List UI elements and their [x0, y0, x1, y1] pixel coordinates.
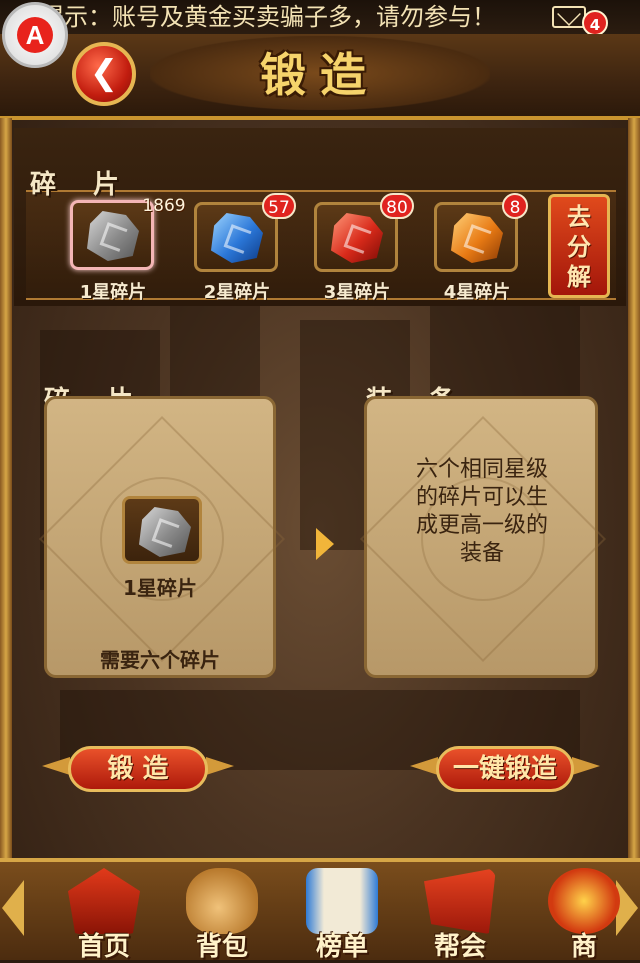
shard-3-count: 80 [380, 193, 414, 219]
nav-item-ranking[interactable]: 榜单 [296, 862, 388, 962]
shard-2-label: 2星碎片 [203, 282, 271, 303]
shard-3-gem-icon [331, 213, 383, 263]
forge-all-button[interactable]: 一键锻造 [436, 746, 574, 792]
shard-2-count: 57 [262, 193, 296, 219]
shard-1-label: 1星碎片 [79, 282, 147, 303]
page-title: 锻造 [260, 48, 380, 102]
nav-label-guild: 帮会 [433, 932, 486, 962]
app-logo[interactable]: A [2, 2, 68, 68]
shard-1-count: 1869 [142, 196, 186, 216]
back-button[interactable]: ❮ [72, 42, 136, 106]
nav-item-guild[interactable]: 帮会 [414, 862, 506, 962]
nav-item-bag[interactable]: 背包 [176, 862, 268, 962]
nav-label-bag: 背包 [195, 932, 248, 962]
bag-icon [186, 868, 258, 934]
nav-label-home: 首页 [77, 932, 130, 962]
back-arrow-icon: ❮ [89, 53, 119, 93]
shop-icon [548, 868, 620, 934]
right-frame [628, 118, 640, 860]
shard-3-label: 3星碎片 [323, 282, 391, 303]
app-logo-letter: A [17, 17, 53, 53]
mail-icon[interactable] [552, 6, 586, 28]
shard-4-label: 4星碎片 [443, 282, 511, 303]
guild-icon [424, 868, 496, 934]
selected-shard-gem-icon [139, 507, 191, 557]
palace-icon [68, 868, 140, 934]
nav-label-shop: 商 [570, 932, 597, 962]
shard-2-gem-icon [211, 213, 263, 263]
shard-requirement-text: 需要六个碎片 [100, 648, 220, 672]
forge-button[interactable]: 锻 造 [68, 746, 208, 792]
equipment-hint-text: 六个相同星级的碎片可以生成更高一级的装备 [415, 457, 548, 566]
nav-scroll-left-icon[interactable] [2, 880, 24, 936]
nav-label-ranking: 榜单 [315, 932, 368, 962]
left-frame [0, 118, 12, 860]
shard-1-gem-icon [87, 211, 139, 261]
selected-shard-label: 1星碎片 [123, 576, 197, 600]
scroll-icon [306, 868, 378, 934]
selected-shard-slot[interactable] [122, 496, 202, 564]
decompose-button[interactable]: 去分解 [548, 194, 610, 298]
forge-arrow-icon [316, 528, 334, 560]
shard-4-gem-icon [451, 213, 503, 263]
decompose-button-label: 去分解 [567, 203, 591, 291]
nav-item-home[interactable]: 首页 [58, 862, 150, 962]
shards-section-label: 碎 片 [30, 170, 134, 200]
mail-badge: 4 [582, 10, 608, 36]
notice-marquee: 提示：账号及黄金买卖骗子多，请勿参与！ [0, 0, 640, 34]
notice-text: 提示：账号及黄金买卖骗子多，请勿参与！ [40, 3, 496, 31]
nav-item-shop[interactable]: 商 [538, 862, 630, 962]
shard-4-count: 8 [502, 193, 528, 219]
